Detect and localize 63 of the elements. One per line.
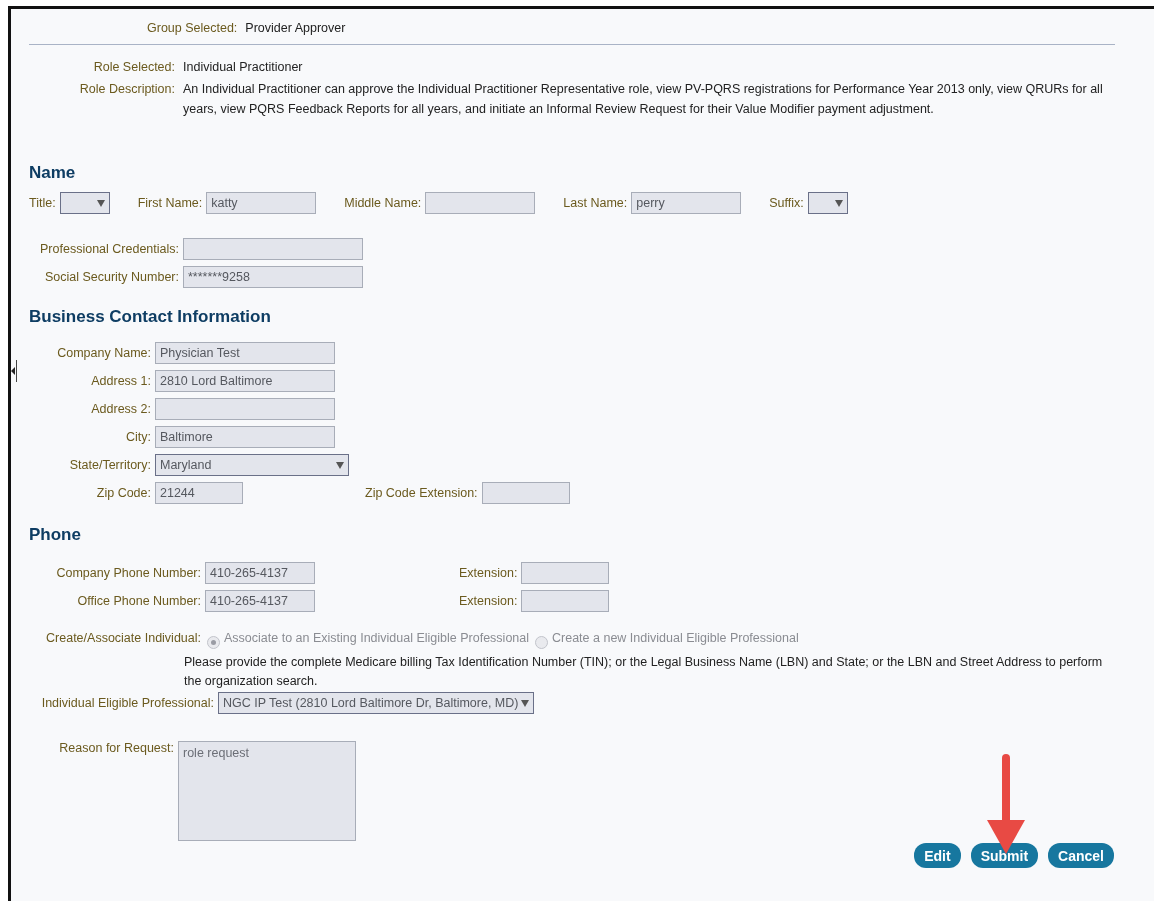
field-label: Address 2: — [90, 402, 151, 416]
caret-icon — [834, 199, 843, 207]
extension-field[interactable] — [521, 562, 610, 584]
professional-select[interactable]: NGC IP Test (2810 Lord Baltimore Dr, Baltimore, MD) — [218, 692, 534, 714]
state-select[interactable]: Maryland — [155, 454, 349, 476]
suffix-select[interactable] — [807, 192, 848, 214]
caret-icon — [521, 699, 529, 707]
section-heading: Phone — [29, 525, 82, 545]
radio-label: Associate to an Existing Individual Eligible Professional — [224, 631, 530, 647]
caret-icon — [96, 199, 105, 207]
caret-icon — [336, 461, 344, 469]
phone-field[interactable]: 410-265-4137 — [205, 590, 315, 612]
title-select[interactable] — [59, 192, 110, 214]
field-label: Social Security Number: — [43, 270, 179, 284]
group-value: Provider Approver — [245, 21, 346, 35]
field-label: Company Name: — [56, 346, 151, 360]
section-heading: Name — [29, 163, 77, 183]
phone-field[interactable]: 410-265-4137 — [205, 562, 315, 584]
reason-textarea[interactable]: role request — [178, 741, 356, 841]
field-label: Company Phone Number: — [55, 566, 201, 580]
field-label: City: — [125, 430, 151, 444]
field-label: Reason for Request: — [58, 741, 174, 757]
field-label: Extension: — [459, 566, 518, 580]
radio-label: Create a new Individual Eligible Professional — [552, 631, 799, 647]
action-button[interactable]: Edit — [914, 843, 961, 868]
middle-name-field[interactable] — [425, 192, 536, 214]
collapse-handle-icon[interactable] — [11, 360, 17, 382]
field-label: Last Name: — [563, 196, 628, 210]
extension-field[interactable] — [521, 590, 610, 612]
help-text: Please provide the complete Medicare billing Tax Identification Number (TIN); or the Legal Business Name (LBN) and State; or the LBN and Street Address to perform the organization search. — [184, 655, 1103, 688]
role-description: An Individual Practitioner can approve the Individual Practitioner Representative role, view PV-PQRS registrations for Performance Year 2013 only, view QRURs for all years, view PQRS Feedback Reports for all years, and initiate an Informal Review Request for their Value Modifier payment adjustment. — [183, 81, 1104, 118]
ssn-field[interactable]: *******9258 — [183, 266, 363, 288]
field-label: Extension: — [459, 594, 518, 608]
field-label: Suffix: — [769, 196, 804, 210]
field-label: State/Territory: — [68, 458, 151, 472]
role-value: Individual Practitioner — [183, 59, 303, 76]
field-label: Title: — [29, 196, 56, 210]
field-label: First Name: — [137, 196, 203, 210]
text-field[interactable] — [155, 398, 335, 420]
field-label: Zip Code: — [95, 486, 151, 500]
zip-extension-field[interactable] — [481, 482, 570, 504]
first-name-field[interactable]: katty — [206, 192, 317, 214]
field-label: Individual Eligible Professional: — [40, 696, 214, 710]
text-field[interactable]: Physician Test — [155, 342, 335, 364]
radio-button[interactable] — [535, 636, 549, 649]
field-label: Create/Associate Individual: — [45, 631, 201, 645]
action-button[interactable]: Cancel — [1048, 843, 1114, 868]
field-label: Address 1: — [90, 374, 151, 388]
text-field[interactable]: Baltimore — [155, 426, 335, 448]
field-label: Middle Name: — [344, 196, 422, 210]
text-field[interactable]: 2810 Lord Baltimore — [155, 370, 335, 392]
group-label: Group Selected: — [147, 21, 238, 35]
zip-code-field[interactable]: 21244 — [155, 482, 243, 504]
radio-button[interactable] — [207, 636, 220, 649]
role-label: Role Selected: — [92, 59, 175, 76]
last-name-field[interactable]: perry — [631, 192, 742, 214]
action-button[interactable]: Submit — [970, 843, 1039, 868]
field-label: Professional Credentials: — [39, 242, 179, 256]
section-heading: Business Contact Information — [29, 307, 272, 327]
field-label: Zip Code Extension: — [365, 486, 478, 500]
credentials-field[interactable] — [183, 238, 363, 260]
description-label: Role Description: — [78, 81, 175, 98]
field-label: Office Phone Number: — [76, 594, 201, 608]
